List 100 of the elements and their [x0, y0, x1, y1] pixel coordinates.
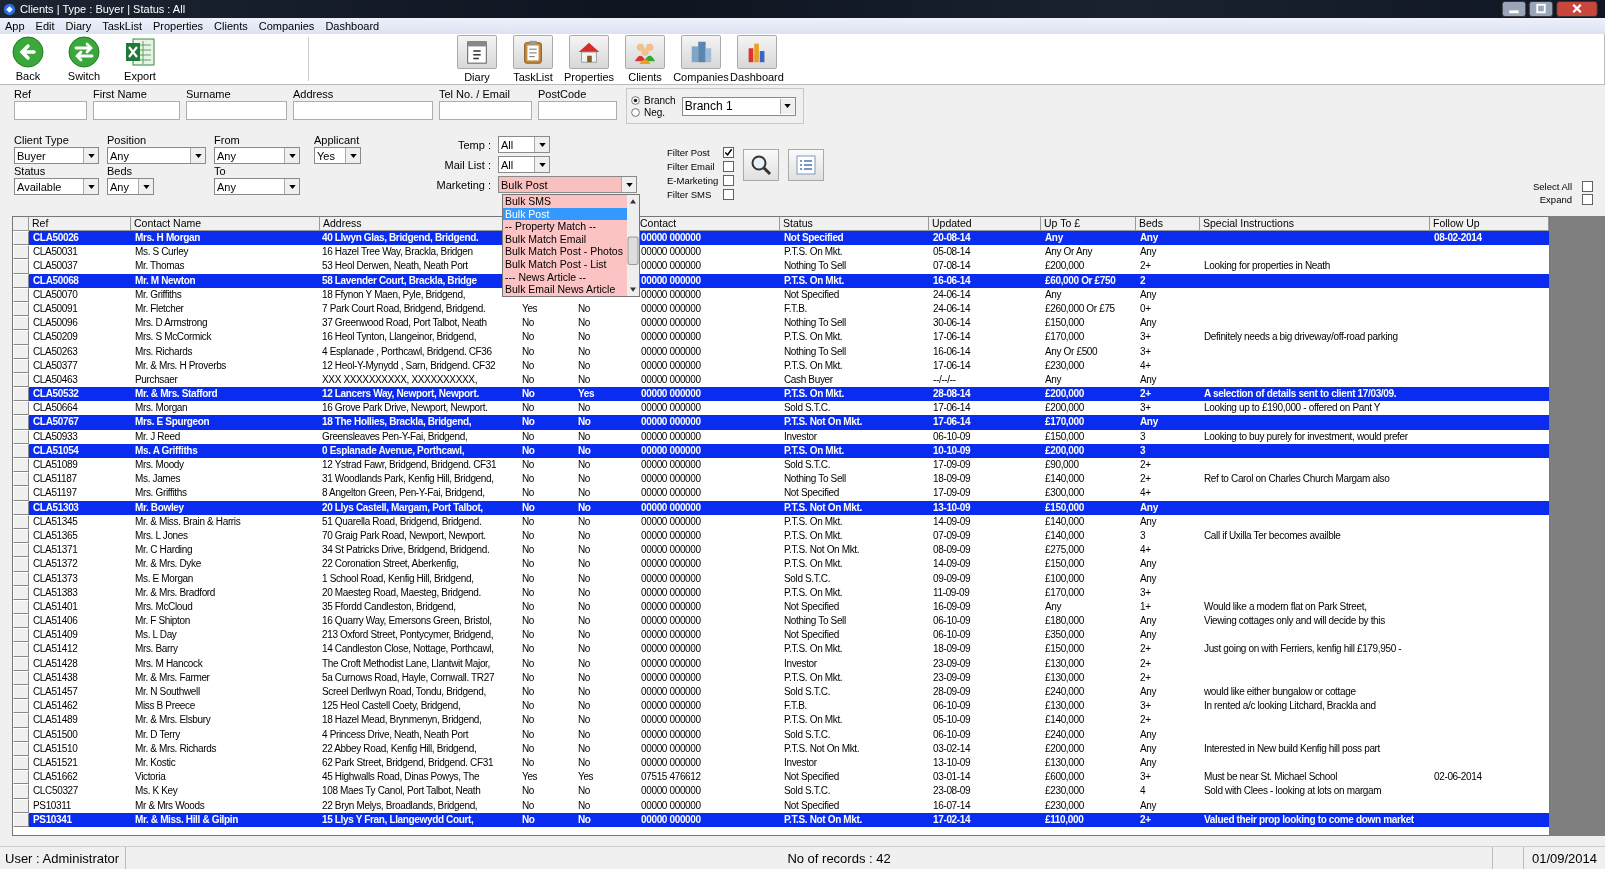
table-cell: 2+ [1140, 643, 1151, 655]
search-button[interactable] [743, 149, 779, 181]
dropdown-option[interactable]: Bulk Match Post - Photos [503, 245, 627, 258]
table-cell: CLA50263 [33, 345, 78, 357]
table-cell: CLA50463 [33, 373, 78, 385]
dropdown[interactable]: Available [14, 178, 99, 195]
table-cell: 00000 000000 [637, 415, 780, 430]
table-cell: 16 Hazel Tree Way, Brackla, Bridgen [322, 246, 473, 258]
row-selector[interactable] [13, 486, 29, 501]
row-selector[interactable] [13, 259, 29, 274]
checkbox[interactable] [1582, 181, 1593, 192]
table-cell: Mr. Bowley [131, 500, 320, 515]
dropdown[interactable]: Any [107, 147, 206, 164]
filter-label: Status [14, 165, 47, 177]
radio-option[interactable]: Branch [631, 94, 676, 106]
dropdown-option[interactable]: -- Property Match -- [503, 220, 627, 233]
table-cell: Mr. & Mrs. Dyke [135, 558, 201, 570]
column-header[interactable]: Beds [1139, 217, 1163, 229]
close-button[interactable] [1555, 1, 1599, 17]
menu-item[interactable]: TaskList [102, 20, 142, 32]
dropdown[interactable]: Any [107, 178, 154, 195]
row-selector[interactable] [13, 415, 29, 430]
table-cell: Mrs. Moody [135, 459, 184, 470]
row-selector[interactable] [13, 330, 29, 345]
input-field[interactable] [439, 101, 532, 120]
toolbar-button[interactable]: Switch [56, 36, 112, 82]
row-selector[interactable] [13, 642, 29, 657]
input-field[interactable] [293, 101, 433, 120]
menu-item[interactable]: Diary [65, 20, 92, 32]
column-header[interactable]: Ref [32, 217, 49, 229]
dropdown[interactable]: Any [214, 178, 300, 195]
row-selector[interactable] [13, 401, 29, 416]
column-header[interactable]: Follow Up [1433, 217, 1480, 229]
dropdown[interactable]: Any [214, 147, 300, 164]
column-header[interactable]: Status [783, 217, 813, 229]
row-selector[interactable] [13, 316, 29, 331]
table-cell: Mr. & Mrs. H Proverbs [135, 359, 226, 371]
row-selector[interactable] [13, 458, 29, 473]
input-field[interactable] [14, 101, 87, 120]
radio-option[interactable]: Neg. [631, 106, 676, 118]
dropdown-option[interactable]: Bulk Match Post - List [503, 257, 627, 271]
table-cell: 10-10-09 [929, 443, 1041, 458]
column-header[interactable]: Address [323, 217, 362, 229]
column-header[interactable]: Updated [932, 217, 972, 229]
table-cell: 4 Esplanade , Porthcawl, Bridgend. CF36 [322, 345, 492, 357]
minimize-button[interactable] [1501, 1, 1527, 17]
checkbox[interactable] [723, 175, 734, 186]
table-cell: 00000 000000 [641, 657, 701, 669]
table-cell: No [518, 500, 574, 515]
dropdown-option[interactable]: Bulk SMS [503, 195, 627, 208]
restore-button[interactable] [1528, 1, 1554, 17]
field-label: First Name [93, 88, 148, 100]
input-field[interactable] [186, 101, 287, 120]
caret-icon [87, 184, 95, 189]
row-selector[interactable] [13, 685, 29, 700]
field-label: PostCode [538, 88, 588, 100]
branch-dropdown[interactable]: Branch 1 [681, 96, 796, 116]
checkbox[interactable] [1582, 194, 1593, 205]
checkbox[interactable] [723, 147, 734, 158]
menu-item[interactable]: Properties [152, 20, 204, 32]
menu-item[interactable]: Edit [35, 20, 55, 32]
menu-item[interactable]: App [5, 20, 25, 32]
column-header[interactable]: Up To £ [1044, 217, 1080, 229]
row-selector[interactable] [13, 770, 29, 785]
checkbox[interactable] [723, 189, 734, 200]
toolbar-button[interactable]: Export [112, 36, 168, 82]
column-header[interactable]: Contact [640, 217, 677, 229]
menu-item[interactable]: Clients [214, 20, 248, 32]
row-selector[interactable] [13, 699, 29, 714]
input-field[interactable] [93, 101, 180, 120]
toolbar-button[interactable]: Back [0, 36, 56, 82]
row-selector[interactable] [13, 628, 29, 643]
list-button[interactable] [788, 149, 824, 181]
menu-item[interactable]: Dashboard [325, 20, 380, 32]
row-selector[interactable] [13, 387, 29, 402]
dropdown[interactable]: Yes [314, 147, 361, 164]
table-cell: Mrs. Barry [135, 643, 178, 655]
dropdown[interactable]: All [498, 156, 550, 173]
table-cell: 00000 000000 [641, 544, 701, 556]
row-selector[interactable] [13, 614, 29, 629]
table-cell: Not Specified [784, 288, 839, 300]
dropdown[interactable]: Buyer [14, 147, 99, 164]
dropdown-option[interactable]: Bulk Match Email [503, 232, 627, 246]
table-cell: Yes [522, 302, 538, 314]
dropdown[interactable]: Bulk Post [498, 176, 637, 193]
row-selector[interactable] [13, 543, 29, 558]
input-field[interactable] [538, 101, 617, 120]
dropdown[interactable]: All [498, 136, 550, 153]
column-header[interactable]: Contact Name [134, 217, 202, 229]
row-selector[interactable] [13, 245, 29, 260]
row-selector[interactable] [13, 557, 29, 572]
row-selector[interactable] [13, 784, 29, 799]
row-selector[interactable] [13, 231, 29, 246]
column-header[interactable]: Special Instructions [1203, 217, 1295, 229]
row-selector[interactable] [13, 713, 29, 728]
menu-item[interactable]: Companies [258, 20, 315, 32]
table-cell: P.T.S. On Mkt. [780, 387, 929, 402]
table-cell: Viewing cottages only and will decide by this [1204, 615, 1385, 627]
checkbox[interactable] [723, 161, 734, 172]
row-selector[interactable] [13, 472, 29, 487]
